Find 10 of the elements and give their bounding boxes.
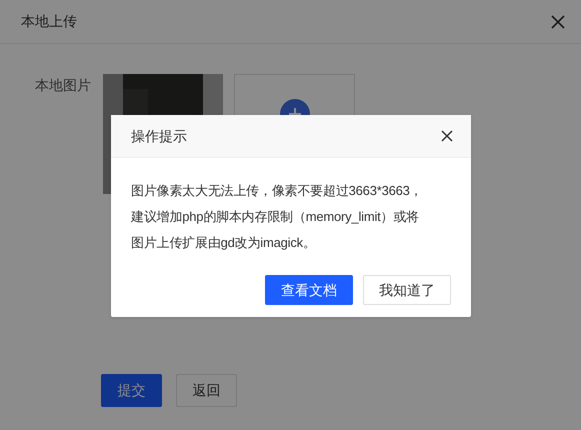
submit-button[interactable]: 提交 [101,374,162,407]
field-label: 本地图片 [35,76,91,95]
view-docs-button[interactable]: 查看文档 [265,275,353,305]
close-icon[interactable] [551,14,565,28]
got-it-button[interactable]: 我知道了 [363,275,451,305]
dialog-title: 操作提示 [131,126,187,146]
close-icon[interactable] [441,130,453,142]
dialog-message: 图片像素太大无法上传，像素不要超过3663*3663， 建议增加php的脚本内存限制（memory_limit）或将 图片上传扩展由gd改为imagick。 [130,182,424,252]
window-title: 本地上传 [21,12,77,31]
back-button[interactable]: 返回 [176,374,237,407]
